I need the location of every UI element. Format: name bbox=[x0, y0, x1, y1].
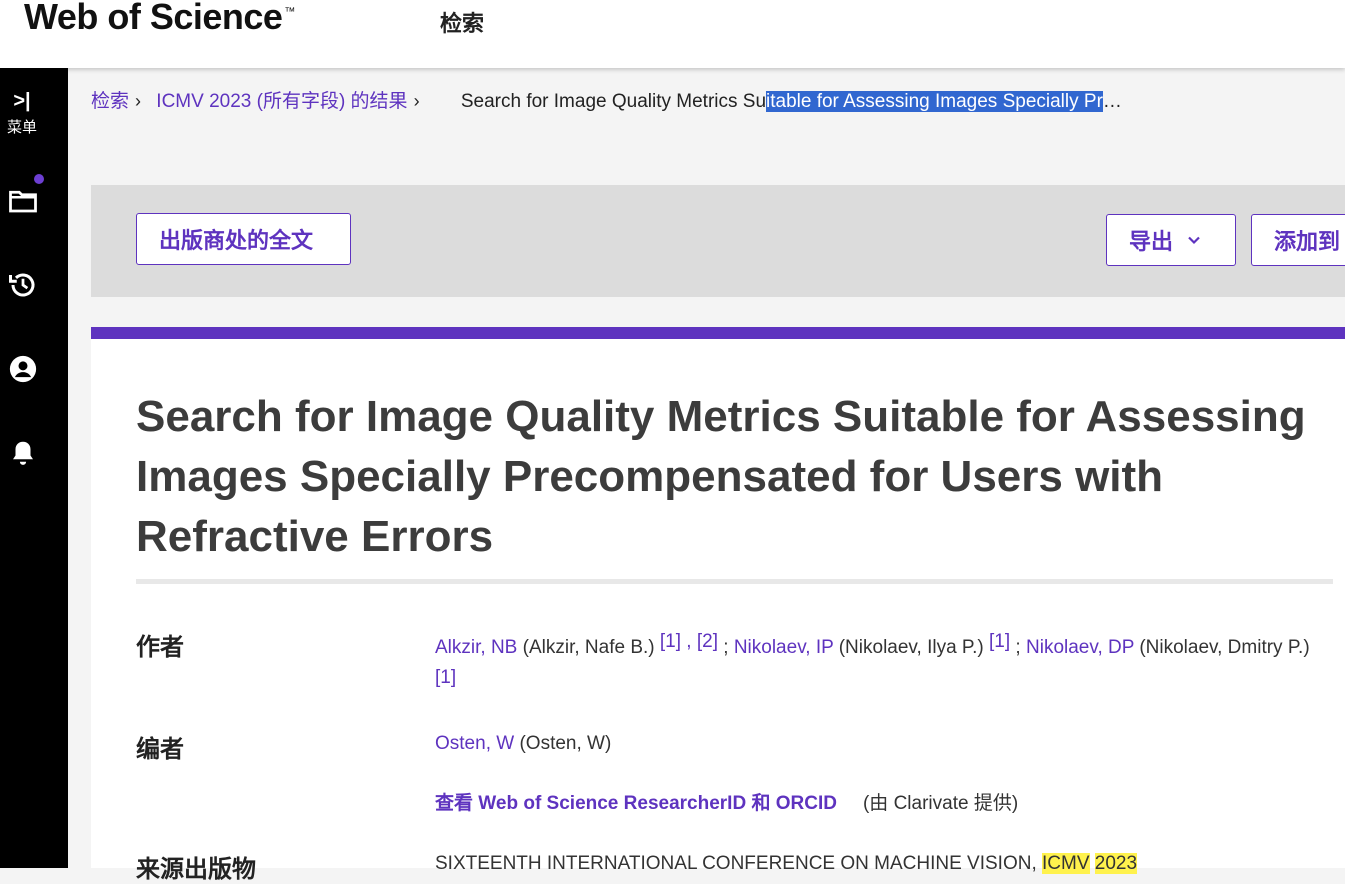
search-term-highlight: ICMV bbox=[1042, 853, 1090, 874]
record-card: Search for Image Quality Metrics Suitabl… bbox=[91, 327, 1345, 883]
author-link[interactable]: Alkzir, NB bbox=[435, 637, 517, 658]
author-link[interactable]: Nikolaev, DP bbox=[1026, 637, 1134, 658]
record-title: Search for Image Quality Metrics Suitabl… bbox=[136, 392, 1306, 561]
affiliation-ref[interactable]: [1] bbox=[435, 667, 456, 688]
user-icon[interactable] bbox=[8, 354, 38, 384]
export-button[interactable]: 导出 bbox=[1106, 214, 1236, 266]
record-toolbar: 出版商处的全文 导出 添加到 bbox=[91, 185, 1345, 297]
breadcrumb-search-link[interactable]: 检索 bbox=[91, 91, 129, 112]
export-label: 导出 bbox=[1129, 229, 1174, 254]
search-term-highlight: 2023 bbox=[1094, 853, 1138, 874]
editor-link[interactable]: Osten, W bbox=[435, 733, 514, 754]
nav-search[interactable]: 检索 bbox=[440, 6, 484, 38]
top-bar: Web of Science ™ 检索 bbox=[0, 0, 1345, 68]
source-label: 来源出版物 bbox=[136, 856, 256, 883]
chevron-right-icon: › bbox=[413, 91, 420, 111]
author-link[interactable]: Nikolaev, IP bbox=[734, 637, 834, 658]
logo[interactable]: Web of Science ™ bbox=[24, 0, 295, 38]
history-icon[interactable] bbox=[8, 270, 38, 300]
provided-by-text: (由 Clarivate 提供) bbox=[862, 793, 1019, 814]
menu-label: 菜单 bbox=[6, 119, 37, 136]
chevron-down-icon bbox=[1188, 236, 1200, 245]
editors-value: Osten, W (Osten, W) bbox=[435, 733, 612, 754]
bell-icon[interactable] bbox=[8, 438, 38, 468]
menu-toggle-button[interactable]: >| 菜单 bbox=[0, 90, 68, 137]
authors-label: 作者 bbox=[136, 634, 184, 661]
chevron-right-icon: › bbox=[135, 91, 142, 111]
divider bbox=[136, 579, 1333, 584]
affiliation-ref[interactable]: [1] bbox=[660, 631, 681, 652]
authors-value: Alkzir, NB (Alkzir, Nafe B.) [1] , [2] ;… bbox=[435, 631, 1310, 688]
source-value: SIXTEENTH INTERNATIONAL CONFERENCE ON MA… bbox=[435, 853, 1138, 874]
researcherid-orcid-link[interactable]: 查看 Web of Science ResearcherID 和 ORCID bbox=[435, 793, 837, 814]
notification-dot bbox=[34, 174, 44, 184]
affiliation-ref[interactable]: , [2] bbox=[681, 631, 718, 652]
affiliation-ref[interactable]: [1] bbox=[989, 631, 1010, 652]
selected-text: itable for Assessing Images Specially Pr bbox=[766, 91, 1103, 112]
sidebar: >| 菜单 bbox=[0, 68, 68, 868]
add-to-button[interactable]: 添加到 bbox=[1251, 214, 1345, 266]
breadcrumb-results-link[interactable]: ICMV 2023 (所有字段) 的结果 bbox=[156, 91, 407, 112]
breadcrumb-current: Search for Image Quality Metrics Suitabl… bbox=[460, 91, 1122, 112]
publisher-full-text-button[interactable]: 出版商处的全文 bbox=[136, 213, 351, 265]
editors-label: 编者 bbox=[136, 736, 184, 763]
expand-icon: >| bbox=[13, 90, 31, 112]
folder-icon[interactable] bbox=[8, 186, 38, 216]
breadcrumb: 检索 › ICMV 2023 (所有字段) 的结果 › Search for Ima… bbox=[91, 86, 1122, 113]
researcherid-row: 查看 Web of Science ResearcherID 和 ORCID (由… bbox=[435, 789, 1335, 819]
